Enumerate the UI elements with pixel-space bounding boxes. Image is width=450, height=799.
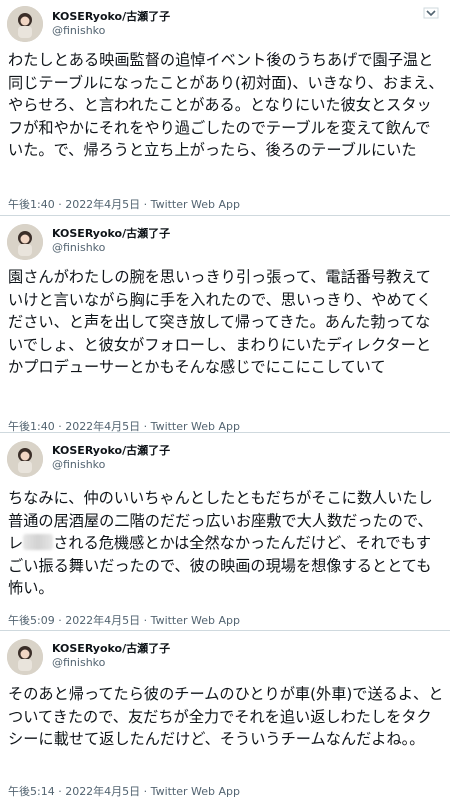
author-handle[interactable]: @finishko bbox=[52, 24, 105, 37]
tweet-meta[interactable]: 午後1:40 · 2022年4月5日 · Twitter Web App bbox=[8, 196, 240, 212]
tweet-3: KOSERyoko/古瀬了子 @finishko ちなみに、仲のいいちゃんとした… bbox=[0, 433, 450, 630]
author-name[interactable]: KOSERyoko/古瀬了子 bbox=[52, 8, 170, 24]
avatar[interactable] bbox=[7, 639, 43, 675]
censored-word bbox=[23, 534, 54, 550]
tweet-meta[interactable]: 午後5:14 · 2022年4月5日 · Twitter Web App bbox=[8, 783, 240, 799]
tweet-text: 園さんがわたしの腕を思いっきり引っ張って、電話番号教えていけと言いながら胸に手を… bbox=[8, 268, 432, 376]
avatar[interactable] bbox=[7, 6, 43, 42]
tweet-2: KOSERyoko/古瀬了子 @finishko 園さんがわたしの腕を思いっきり… bbox=[0, 216, 450, 433]
avatar-photo bbox=[7, 6, 43, 42]
tweet-meta[interactable]: 午後5:09 · 2022年4月5日 · Twitter Web App bbox=[8, 612, 240, 628]
tweet-4: KOSERyoko/古瀬了子 @finishko そのあと帰ってたら彼のチームの… bbox=[0, 631, 450, 799]
author-name[interactable]: KOSERyoko/古瀬了子 bbox=[52, 225, 170, 241]
author-handle[interactable]: @finishko bbox=[52, 458, 105, 471]
avatar-photo bbox=[7, 639, 43, 675]
author-name[interactable]: KOSERyoko/古瀬了子 bbox=[52, 640, 170, 656]
avatar-photo bbox=[7, 441, 43, 477]
avatar[interactable] bbox=[7, 441, 43, 477]
tweet-1: KOSERyoko/古瀬了子 @finishko わたしとある映画監督の追悼イベ… bbox=[0, 0, 450, 215]
tweet-text-after: される危機感とかは全然なかったんだけど、それでもすごい振る舞いだったので、彼の映… bbox=[8, 534, 432, 597]
author-name[interactable]: KOSERyoko/古瀬了子 bbox=[52, 442, 170, 458]
tweet-text: わたしとある映画監督の追悼イベント後のうちあげで園子温と同じテーブルになったこと… bbox=[8, 51, 444, 159]
tweet-text: そのあと帰ってたら彼のチームのひとりが車(外車)で送るよ、とついてきたので、友だ… bbox=[8, 685, 444, 748]
author-handle[interactable]: @finishko bbox=[52, 656, 105, 669]
tweet-text: ちなみに、仲のいいちゃんとしたともだちがそこに数人いたし普通の居酒屋の二階のだだ… bbox=[8, 487, 444, 600]
author-handle[interactable]: @finishko bbox=[52, 241, 105, 254]
chevron-down-icon[interactable] bbox=[422, 6, 440, 20]
avatar[interactable] bbox=[7, 224, 43, 260]
avatar-photo bbox=[7, 224, 43, 260]
